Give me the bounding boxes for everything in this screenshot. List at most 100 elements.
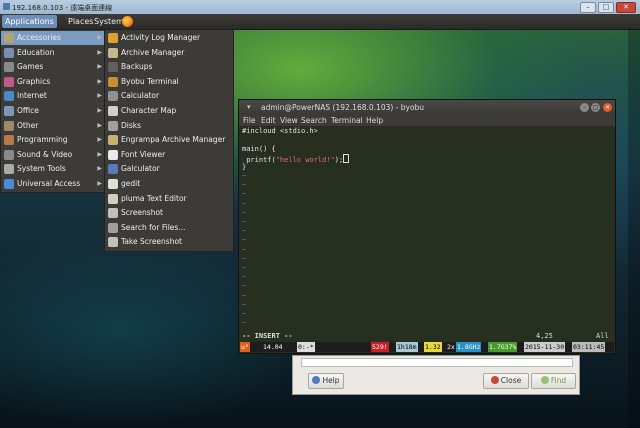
menu-item-label: Font Viewer [121, 149, 166, 159]
terminal-titlebar[interactable]: ▾ admin@PowerNAS (192.168.0.103) - byobu… [239, 100, 615, 115]
menu-category-label: Accessories [17, 33, 61, 42]
character-map-icon [108, 106, 118, 116]
code-string: "hello world!" [275, 156, 335, 164]
menu-item-font-viewer[interactable]: Font Viewer [105, 148, 233, 163]
status-time: 03:11:45 [572, 342, 606, 352]
terminal-close-button[interactable]: ✕ [603, 103, 612, 112]
terminal-icon [108, 76, 118, 87]
menu-item-galculator[interactable]: Galculator [105, 162, 233, 177]
terminal-screen[interactable]: #incloud <stdio.h> main() { printf("hell… [240, 126, 614, 353]
menu-category-sound-video[interactable]: Sound & Video ▶ [1, 148, 105, 162]
menu-item-label: Take Screenshot [121, 237, 182, 247]
terminal-maximize-button[interactable]: □ [591, 103, 600, 112]
menu-view[interactable]: View [280, 116, 298, 125]
menu-item-character-map[interactable]: Character Map [105, 104, 233, 119]
universal-access-icon [4, 179, 14, 189]
menu-category-label: System Tools [17, 164, 66, 174]
dialog-field[interactable] [301, 358, 573, 367]
status-loadavg: 1.32 [424, 342, 442, 352]
menu-item-archive[interactable]: Archive Manager [105, 46, 233, 61]
gedit-icon [108, 179, 118, 189]
menu-item-label: Galculator [121, 164, 160, 174]
status-memory: 1.7G37% [488, 342, 518, 352]
text-cursor [343, 154, 350, 163]
vim-empty-line: ~ [242, 227, 247, 236]
menu-category-office[interactable]: Office ▶ [1, 104, 105, 118]
submenu-arrow-icon: ▶ [97, 48, 102, 56]
menu-category-other[interactable]: Other ▶ [1, 119, 105, 133]
code-close: ); [334, 156, 344, 164]
status-session[interactable]: 0:-* [297, 342, 315, 352]
terminal-title: admin@PowerNAS (192.168.0.103) - byobu [261, 103, 425, 112]
menu-category-label: Universal Access [17, 179, 81, 188]
menu-item-gedit[interactable]: gedit [105, 177, 233, 192]
backups-icon [108, 62, 118, 73]
code-line-1: #incloud <stdio.h> [242, 127, 318, 135]
menu-search[interactable]: Search [301, 116, 327, 125]
submenu-arrow-icon: ▶ [97, 180, 102, 187]
menu-item-search-files[interactable]: Search for Files... [105, 221, 233, 236]
menu-terminal[interactable]: Terminal [331, 116, 363, 125]
firefox-icon[interactable] [122, 16, 133, 27]
submenu-arrow-icon: ▶ [97, 165, 102, 173]
graphics-icon [4, 76, 14, 87]
menu-category-accessories[interactable]: Accessories ▶ [1, 31, 105, 45]
menu-category-programming[interactable]: Programming ▶ [1, 133, 105, 147]
take-screenshot-icon [108, 237, 118, 248]
office-icon [4, 106, 14, 116]
status-uptime: 1h18m [396, 342, 418, 352]
menu-item-engrampa[interactable]: Engrampa Archive Manager [105, 133, 233, 148]
vim-empty-line: ~ [242, 199, 247, 208]
submenu-arrow-icon: ▶ [97, 63, 102, 71]
menu-category-universal-access[interactable]: Universal Access ▶ [1, 177, 105, 191]
submenu-arrow-icon: ▶ [97, 136, 102, 144]
vim-empty-line: ~ [242, 218, 247, 226]
menu-file[interactable]: File [243, 116, 256, 125]
accessories-submenu: Activity Log Manager Archive Manager Backu… [104, 29, 234, 252]
menu-category-education[interactable]: Education ▶ [1, 46, 105, 60]
menu-item-disks[interactable]: Disks [105, 119, 233, 134]
remote-desktop-scrollbar[interactable] [628, 29, 640, 428]
help-label: Help [322, 376, 340, 385]
close-button[interactable]: ✕ [616, 2, 636, 13]
menu-item-screenshot[interactable]: Screenshot [105, 206, 233, 221]
menu-item-activity-log[interactable]: Activity Log Manager [105, 31, 233, 46]
menu-category-graphics[interactable]: Graphics ▶ [1, 75, 105, 89]
menu-category-system-tools[interactable]: System Tools ▶ [1, 162, 105, 176]
menu-edit[interactable]: Edit [261, 116, 276, 125]
menu-item-backups[interactable]: Backups [105, 60, 233, 75]
status-cpu-freq: 1.8GHz [456, 342, 482, 352]
close-dialog-button[interactable]: Close [483, 373, 529, 389]
screenshot-icon [108, 208, 118, 219]
vim-empty-line: ~ [242, 245, 247, 254]
terminal-minimize-button[interactable]: – [580, 103, 589, 112]
vim-empty-line: ~ [242, 273, 247, 282]
find-button[interactable]: Find [531, 373, 576, 389]
menu-item-calculator[interactable]: Calculator [105, 89, 233, 104]
menu-item-take-screenshot[interactable]: Take Screenshot [105, 235, 233, 250]
help-button[interactable]: Help [308, 373, 344, 389]
menu-category-internet[interactable]: Internet ▶ [1, 89, 105, 103]
vim-empty-line: ~ [242, 208, 247, 217]
menu-category-games[interactable]: Games ▶ [1, 60, 105, 74]
find-icon [540, 376, 549, 384]
applications-menu: Accessories ▶ Education ▶ Games ▶ Graphics ▶ Int… [0, 29, 106, 193]
engrampa-icon [108, 135, 118, 146]
vim-empty-line: ~ [242, 310, 247, 318]
menu-item-terminal[interactable]: Byobu Terminal [105, 75, 233, 90]
menu-help[interactable]: Help [366, 116, 383, 125]
menu-item-label: Search for Files... [121, 222, 186, 232]
window-menu-icon[interactable]: ▾ [247, 103, 251, 111]
menu-category-label: Programming [17, 135, 68, 145]
menu-item-pluma[interactable]: pluma Text Editor [105, 192, 233, 207]
cursor-position: 4,25 [536, 332, 553, 340]
vim-empty-line: ~ [242, 181, 247, 190]
maximize-button[interactable]: □ [598, 2, 614, 13]
applications-menu-button[interactable]: Applications [2, 15, 57, 28]
byobu-status-bar: u⁸ 14.04 0:-* 529! 1h18m 1.32 2x 1.8GHz … [240, 342, 614, 352]
vim-empty-line: ~ [242, 300, 247, 309]
vim-empty-line: ~ [242, 291, 247, 300]
calculator-icon [108, 91, 118, 102]
galculator-icon [108, 164, 118, 175]
minimize-button[interactable]: – [580, 2, 596, 13]
